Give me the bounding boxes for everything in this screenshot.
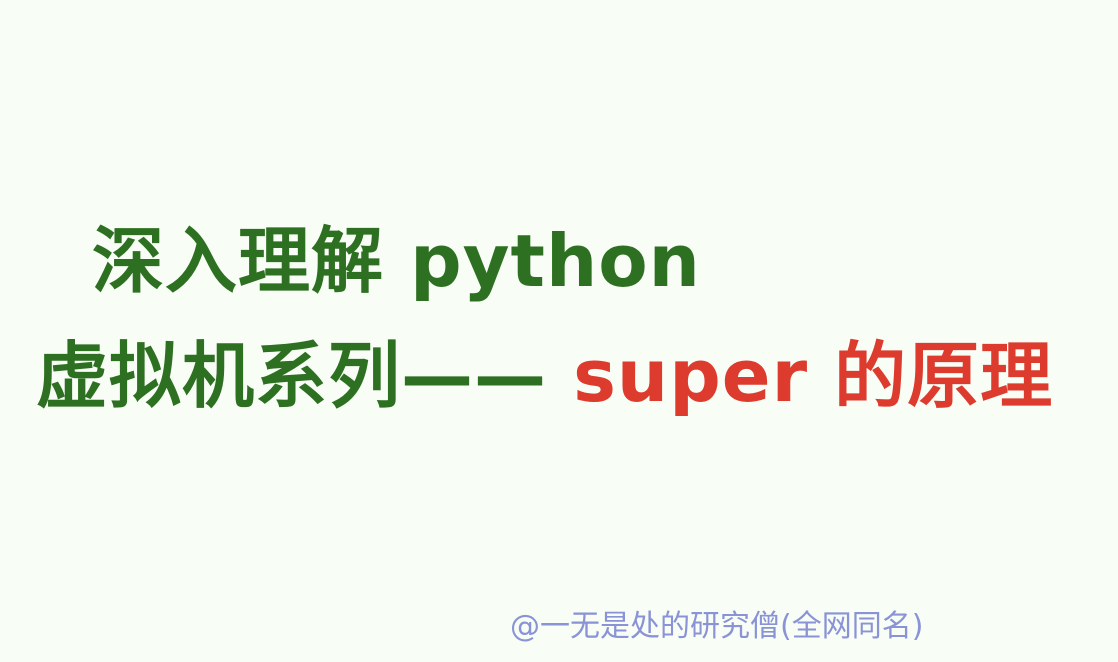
title-line-2-highlight: super 的原理 [573, 334, 1054, 418]
author-watermark: @一无是处的研究僧(全网同名) [510, 609, 924, 644]
title-line-2: 虚拟机系列—— super 的原理 [36, 340, 1053, 412]
title-line-2-prefix: 虚拟机系列—— [36, 334, 574, 418]
title-line-1: 深入理解 python [92, 219, 701, 303]
